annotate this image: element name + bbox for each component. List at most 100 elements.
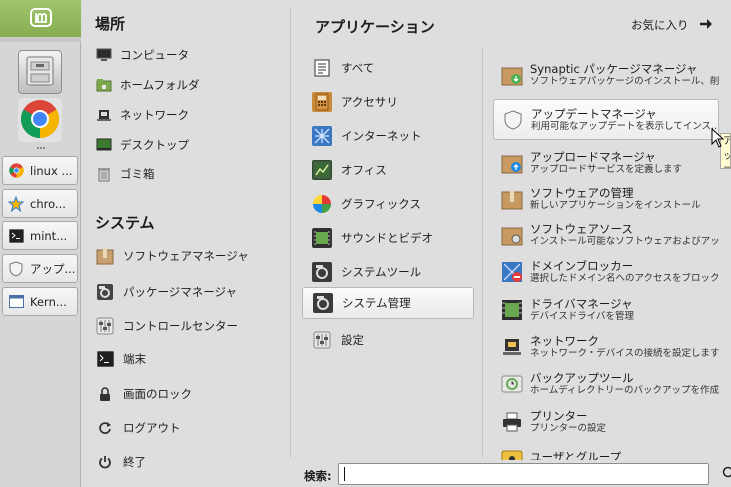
- category-accessories[interactable]: アクセサリ: [302, 87, 474, 117]
- launcher-grip[interactable]: [37, 147, 45, 151]
- search-icon[interactable]: [722, 466, 731, 480]
- system-software-manager[interactable]: ソフトウェアマネージャ: [96, 244, 249, 268]
- home-folder-icon: [96, 77, 112, 93]
- task-label: アップ...: [30, 261, 76, 276]
- category-graphics[interactable]: グラフィックス: [302, 189, 474, 219]
- category-internet[interactable]: インターネット: [302, 121, 474, 151]
- app-name: バックアップツール: [530, 371, 634, 385]
- chrome-launcher[interactable]: [18, 98, 62, 142]
- application-list[interactable]: Synaptic パッケージマネージャ ソフトウェアパッケージのインストール、削…: [491, 48, 727, 460]
- category-sound-video[interactable]: サウンドとビデオ: [302, 223, 474, 253]
- all-icon: [312, 58, 332, 78]
- system-label: 画面のロック: [123, 387, 192, 401]
- favorites-button[interactable]: お気に入り: [631, 17, 713, 33]
- app-description: デバイスドライバを管理: [530, 311, 635, 322]
- trash-icon: [96, 166, 112, 182]
- internet-icon: [312, 126, 332, 146]
- app-description: プリンターの設定: [530, 423, 607, 434]
- system-label: 終了: [123, 455, 146, 469]
- category-label: サウンドとビデオ: [341, 231, 433, 245]
- printer-icon: [501, 411, 523, 433]
- place-label: ゴミ箱: [120, 167, 155, 181]
- place-network[interactable]: ネットワーク: [96, 104, 189, 126]
- app-description: ネットワーク・デバイスの接続を設定します: [530, 348, 719, 359]
- category-label: オフィス: [341, 163, 387, 177]
- place-label: ネットワーク: [120, 108, 189, 122]
- system-lock-screen[interactable]: 画面のロック: [96, 382, 192, 406]
- task-linux[interactable]: linux ...: [2, 156, 78, 185]
- computer-icon: [96, 47, 112, 63]
- place-desktop[interactable]: デスクトップ: [96, 134, 189, 156]
- system-logout[interactable]: ログアウト: [96, 416, 181, 440]
- software-manager-icon: [501, 188, 523, 210]
- search-input[interactable]: [338, 463, 709, 485]
- app-domain-blocker[interactable]: ドメインブロッカー 選択したドメイン名へのアクセスをブロック: [493, 253, 719, 291]
- search-label: 検索:: [304, 469, 332, 483]
- task-terminal[interactable]: mint...: [2, 221, 78, 250]
- column-divider: [290, 8, 291, 458]
- backup-icon: [501, 373, 523, 395]
- category-label: すべて: [341, 61, 375, 75]
- category-administration[interactable]: システム管理: [302, 287, 474, 319]
- category-label: インターネット: [341, 129, 422, 143]
- synaptic-icon: [501, 64, 523, 86]
- chrome-icon: [20, 99, 60, 142]
- category-all[interactable]: すべて: [302, 53, 474, 83]
- app-software-sources[interactable]: ソフトウェアソース インストール可能なソフトウェアおよびアッ...: [493, 216, 719, 254]
- app-name: アップロードマネージャ: [530, 150, 656, 164]
- app-name: ソフトウェアの管理: [530, 186, 634, 200]
- app-update-manager[interactable]: アップデートマネージャ 利用可能なアップデートを表示してインス...: [493, 99, 719, 140]
- category-office[interactable]: オフィス: [302, 155, 474, 185]
- administration-icon: [313, 293, 333, 313]
- logout-icon: [96, 419, 114, 437]
- app-name: ドライバマネージャ: [530, 297, 633, 311]
- app-description: 利用可能なアップデートを表示してインス...: [531, 120, 718, 132]
- app-users-groups[interactable]: ユーザとグループ: [493, 438, 719, 460]
- software-sources-icon: [501, 224, 523, 246]
- task-kernel[interactable]: Kern...: [2, 287, 78, 316]
- task-update-manager[interactable]: アップ...: [2, 254, 78, 283]
- app-synaptic[interactable]: Synaptic パッケージマネージャ ソフトウェアパッケージのインストール、削…: [493, 56, 719, 94]
- app-name: ソフトウェアソース: [530, 222, 633, 236]
- category-system-tools[interactable]: システムツール: [302, 257, 474, 287]
- place-label: ホームフォルダ: [120, 78, 200, 92]
- system-terminal[interactable]: 端末: [96, 347, 146, 371]
- place-home[interactable]: ホームフォルダ: [96, 74, 199, 96]
- place-trash[interactable]: ゴミ箱: [96, 163, 155, 185]
- place-label: デスクトップ: [120, 138, 189, 152]
- mint-logo-icon: [29, 6, 52, 31]
- app-software-manager[interactable]: ソフトウェアの管理 新しいアプリケーションをインストール: [493, 180, 719, 218]
- app-driver-manager[interactable]: ドライバマネージャ デバイスドライバを管理: [493, 291, 719, 329]
- taskbar-panel: linux ... chro... mint... アップ... Kern...: [0, 0, 81, 487]
- app-printer[interactable]: プリンター プリンターの設定: [493, 403, 719, 441]
- panel-divider: [0, 37, 81, 42]
- category-settings[interactable]: 設定: [302, 325, 474, 355]
- power-icon: [96, 453, 114, 471]
- files-launcher[interactable]: [18, 50, 62, 94]
- system-tools-icon: [312, 262, 332, 282]
- applications-title: アプリケーション: [315, 18, 435, 36]
- terminal-icon: [96, 350, 114, 368]
- app-name: ネットワーク: [530, 334, 599, 348]
- system-shutdown[interactable]: 終了: [96, 450, 146, 474]
- app-backup[interactable]: バックアップツール ホームディレクトリーのバックアップを作成...: [493, 365, 719, 403]
- app-name: プリンター: [530, 409, 588, 423]
- accessories-icon: [312, 92, 332, 112]
- task-label: mint...: [30, 228, 68, 243]
- category-label: アクセサリ: [341, 95, 398, 109]
- system-control-center[interactable]: コントロールセンター: [96, 314, 238, 338]
- text-caret: [344, 467, 345, 481]
- app-name: ドメインブロッカー: [530, 259, 634, 273]
- app-upload-manager[interactable]: アップロードマネージャ アップロードサービスを定義します: [493, 144, 719, 182]
- place-computer[interactable]: コンピュータ: [96, 44, 189, 66]
- system-label: コントロールセンター: [123, 319, 238, 333]
- software-manager-icon: [96, 247, 114, 265]
- app-name: Synaptic パッケージマネージャ: [530, 62, 698, 76]
- system-title: システム: [95, 214, 155, 232]
- system-package-manager[interactable]: パッケージマネージャ: [96, 280, 237, 304]
- menu-button[interactable]: [0, 0, 81, 37]
- control-center-icon: [96, 317, 114, 335]
- app-network[interactable]: ネットワーク ネットワーク・デバイスの接続を設定します: [493, 328, 719, 366]
- task-chrome[interactable]: chro...: [2, 189, 78, 218]
- app-description: アップロードサービスを定義します: [530, 164, 683, 175]
